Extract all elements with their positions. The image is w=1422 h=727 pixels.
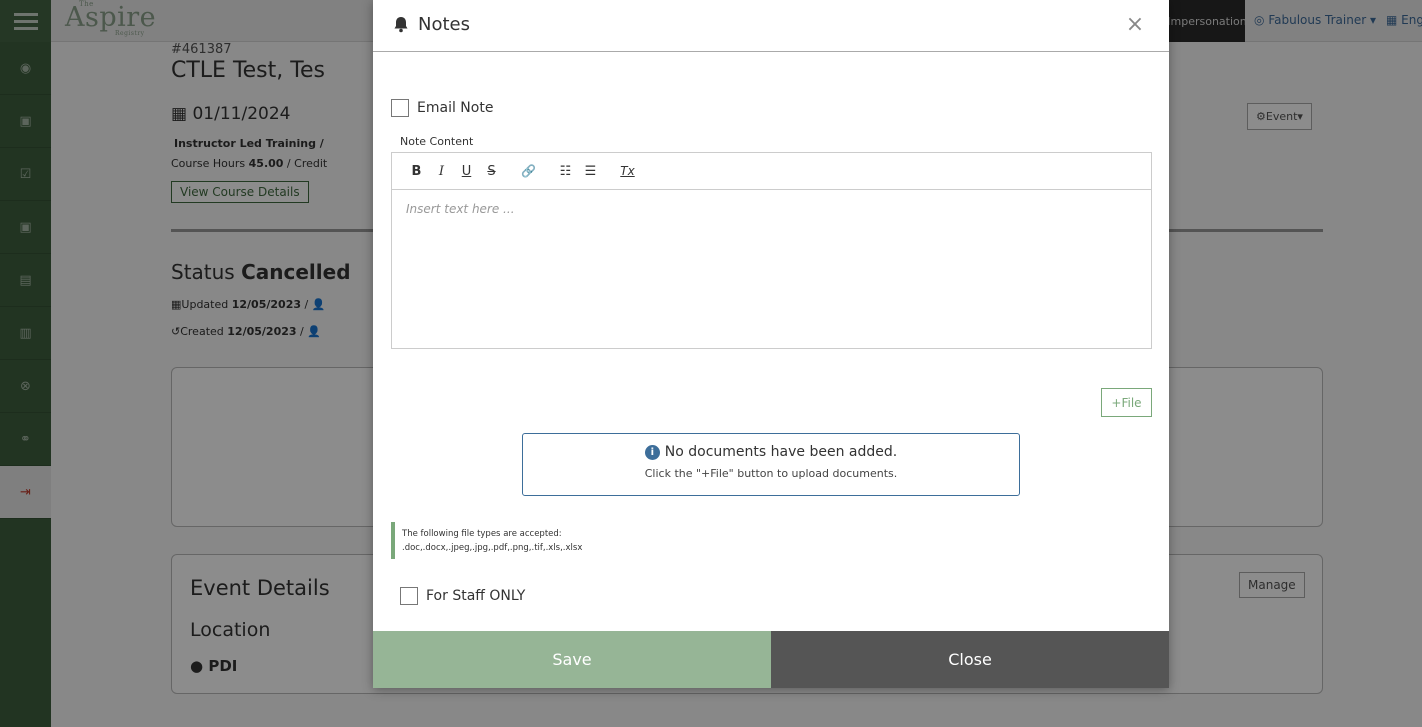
link-button[interactable]: 🔗 (516, 160, 541, 182)
bell-icon (394, 17, 408, 33)
staff-only-label: For Staff ONLY (426, 588, 526, 604)
no-documents-subtitle: Click the "+File" button to upload docum… (644, 467, 898, 480)
add-file-button[interactable]: +File (1101, 388, 1152, 417)
info-icon: i (644, 444, 660, 460)
modal-title-text: Notes (418, 14, 470, 35)
ordered-list-button[interactable]: ☷ (553, 160, 578, 182)
notes-modal: Notes × Email Note Note Content B I U S … (373, 0, 1169, 688)
save-button[interactable]: Save (373, 631, 771, 688)
modal-header: Notes × (373, 0, 1169, 52)
bullet-list-button[interactable]: ☰ (578, 160, 603, 182)
italic-button[interactable]: I (429, 160, 454, 182)
bold-button[interactable]: B (404, 160, 429, 182)
email-note-checkbox[interactable] (391, 99, 409, 117)
accepted-file-types: The following file types are accepted: .… (391, 522, 691, 559)
staff-only-row[interactable]: For Staff ONLY (400, 587, 525, 605)
note-content-label: Note Content (400, 135, 474, 148)
email-note-row[interactable]: Email Note (391, 99, 493, 117)
file-types-heading: The following file types are accepted: (402, 529, 562, 539)
editor-toolbar: B I U S 🔗 ☷ ☰ Tx (392, 153, 1151, 190)
no-documents-alert: i No documents have been added. Click th… (522, 433, 1020, 496)
file-types-list: .doc,.docx,.jpeg,.jpg,.pdf,.png,.tif,.xl… (402, 543, 583, 553)
underline-button[interactable]: U (454, 160, 479, 182)
strike-button[interactable]: S (479, 160, 504, 182)
email-note-label: Email Note (417, 100, 494, 116)
staff-only-checkbox[interactable] (400, 587, 418, 605)
close-icon[interactable]: × (1125, 14, 1145, 36)
modal-title: Notes (393, 14, 470, 35)
no-documents-title: i No documents have been added. (523, 444, 1019, 460)
clear-format-button[interactable]: Tx (615, 160, 640, 182)
close-button[interactable]: Close (771, 631, 1169, 688)
note-content-input[interactable]: Insert text here ... (392, 190, 1151, 228)
editor-placeholder: Insert text here ... (406, 202, 515, 216)
rich-text-editor: B I U S 🔗 ☷ ☰ Tx Insert text here ... (391, 152, 1152, 349)
no-documents-title-text: No documents have been added. (664, 444, 898, 460)
